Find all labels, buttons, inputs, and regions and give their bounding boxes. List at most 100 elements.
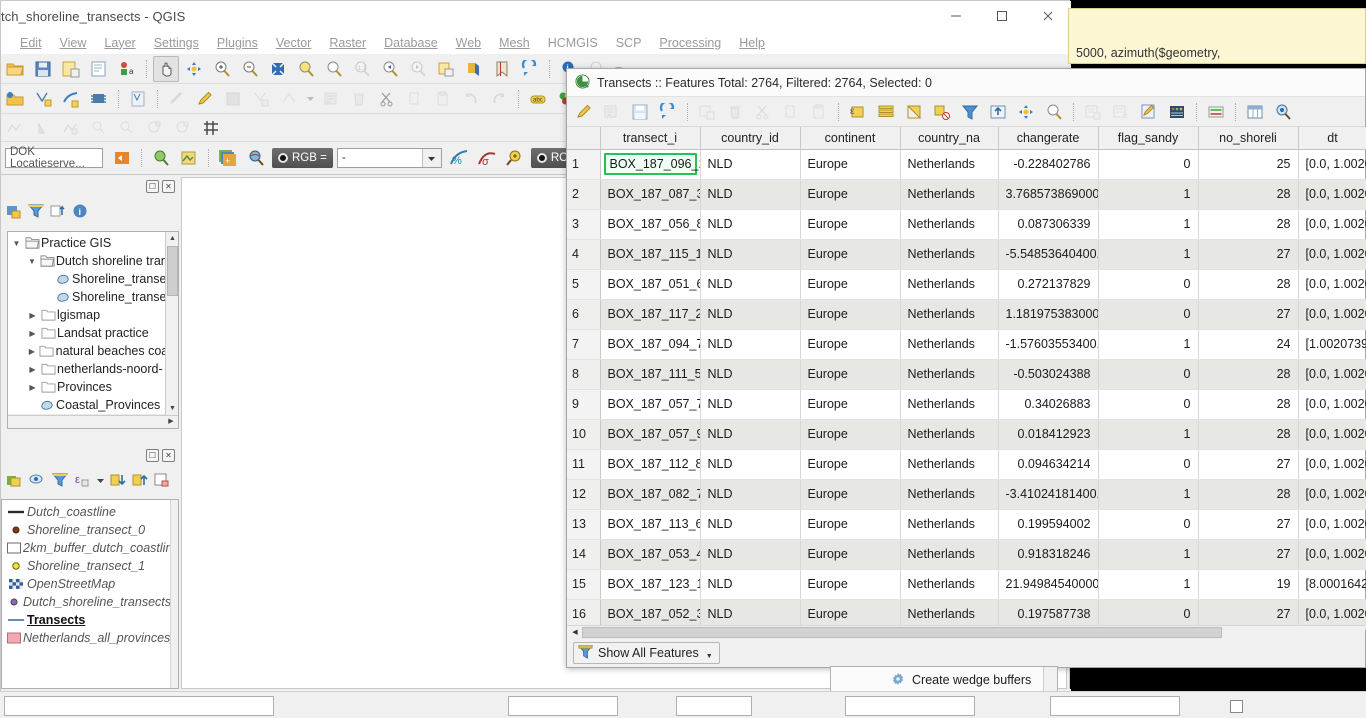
cell-transect_i[interactable]: BOX_187_123_136 xyxy=(600,569,701,600)
cell-dt[interactable]: [0.0, 1.00207 xyxy=(1298,419,1366,450)
cell-continent[interactable]: Europe xyxy=(800,419,901,450)
status-scale-field[interactable] xyxy=(508,696,618,716)
cell-continent[interactable]: Europe xyxy=(800,179,901,210)
vertex-tool-dropdown-icon[interactable] xyxy=(304,86,316,112)
cell-flag_sandy[interactable]: 1 xyxy=(1098,539,1199,570)
cell-transect_i[interactable]: BOX_187_053_44 xyxy=(600,539,701,570)
cell-continent[interactable]: Europe xyxy=(800,509,901,540)
mesh-reindex-icon[interactable] xyxy=(170,115,196,141)
new-3d-map-view-icon[interactable] xyxy=(461,56,487,82)
column-header-country_id[interactable]: country_id xyxy=(700,127,801,150)
bookmarks-icon[interactable] xyxy=(489,56,515,82)
cell-dt[interactable]: [0.0, 1.00207 xyxy=(1298,299,1366,330)
cell-continent[interactable]: Europe xyxy=(800,449,901,480)
refresh-icon[interactable] xyxy=(517,56,543,82)
browser-tree-hscrollbar[interactable]: ▶ xyxy=(8,415,178,428)
row-number[interactable]: 5 xyxy=(567,269,601,300)
open-project-icon[interactable] xyxy=(2,56,28,82)
save-layer-edits-icon[interactable] xyxy=(220,86,246,112)
expression-dropdown-icon[interactable] xyxy=(94,470,106,490)
table-row[interactable]: 5 BOX_187_051_6 NLD Europe Netherlands 0.2721… xyxy=(567,269,1366,300)
tree-expander-icon[interactable] xyxy=(26,311,39,320)
browser-tree-scrollbar[interactable]: ▲ ▼ xyxy=(165,232,178,428)
tree-expander-icon[interactable] xyxy=(26,329,39,338)
layer-tree-item[interactable]: 2km_buffer_dutch_coastlin xyxy=(2,539,172,557)
cell-no_shoreli[interactable]: 28 xyxy=(1198,479,1299,510)
table-row[interactable]: 6 BOX_187_117_21 NLD Europe Netherlands 1.181… xyxy=(567,299,1366,330)
table-row[interactable]: 15BOX_187_123_136NLDEuropeNetherlands21.… xyxy=(567,569,1366,600)
tree-expander-icon[interactable] xyxy=(26,257,39,266)
cell-no_shoreli[interactable]: 27 xyxy=(1198,509,1299,540)
column-header-dt[interactable]: dt xyxy=(1298,127,1366,150)
table-row[interactable]: 10BOX_187_057_95NLDEuropeNetherlands0.01… xyxy=(567,419,1366,450)
zoom-to-selected-icon[interactable] xyxy=(1041,99,1067,125)
column-header-country_na[interactable]: country_na xyxy=(900,127,999,150)
cell-flag_sandy[interactable]: 0 xyxy=(1098,299,1199,330)
add-layer-icon[interactable] xyxy=(4,201,24,221)
pan-map-icon[interactable] xyxy=(153,55,179,82)
mesh-add-vertex-icon[interactable] xyxy=(86,115,112,141)
rgb-toggle-button[interactable]: RGB = xyxy=(272,148,333,168)
open-data-source-manager-icon[interactable] xyxy=(2,86,28,112)
cell-no_shoreli[interactable]: 27 xyxy=(1198,239,1299,270)
collapse-all-icon[interactable] xyxy=(48,201,68,221)
row-number[interactable]: 4 xyxy=(567,239,601,270)
cell-country_id[interactable]: NLD xyxy=(700,209,801,240)
menu-item-view[interactable]: View xyxy=(51,34,96,52)
cell-transect_i[interactable]: BOX_187_111_57 xyxy=(600,359,701,390)
browser-tree-item[interactable]: Coastal_Provinces . xyxy=(8,396,165,414)
browser-tree-item[interactable]: Shoreline_transe xyxy=(8,270,165,288)
save-project-icon[interactable] xyxy=(30,56,56,82)
status-rotation-field[interactable] xyxy=(845,696,975,716)
cell-no_shoreli[interactable]: 28 xyxy=(1198,179,1299,210)
zoom-native-icon[interactable]: 1:1 xyxy=(349,56,375,82)
scroll-up-icon[interactable]: ▲ xyxy=(166,232,178,245)
cell-no_shoreli[interactable]: 28 xyxy=(1198,389,1299,420)
table-row[interactable]: 1BOX_187_096_14NLDEuropeNetherlands-0.22… xyxy=(567,149,1366,180)
cell-no_shoreli[interactable]: 28 xyxy=(1198,419,1299,450)
cell-country_id[interactable]: NLD xyxy=(700,509,801,540)
actions-icon[interactable] xyxy=(1203,99,1229,125)
row-number[interactable]: 12 xyxy=(567,479,601,510)
cell-transect_i[interactable]: BOX_187_082_74 xyxy=(600,479,701,510)
cell-transect_i[interactable]: BOX_187_117_21 xyxy=(600,299,701,330)
zoom-next-icon[interactable] xyxy=(405,56,431,82)
scroll-down-icon[interactable]: ▼ xyxy=(166,402,178,415)
delete-field-icon[interactable] xyxy=(1108,99,1134,125)
cell-continent[interactable]: Europe xyxy=(800,569,901,600)
cell-changerate[interactable]: 0.34026883 xyxy=(998,389,1099,420)
close-icon[interactable] xyxy=(1025,1,1071,31)
new-memory-layer-icon[interactable] xyxy=(86,86,112,112)
toggle-editing-icon[interactable] xyxy=(192,86,218,112)
cell-country_id[interactable]: NLD xyxy=(700,149,801,180)
cell-flag_sandy[interactable]: 1 xyxy=(1098,239,1199,270)
zoom-last-icon[interactable] xyxy=(377,56,403,82)
filter-browser-icon[interactable] xyxy=(26,201,46,221)
cell-continent[interactable]: Europe xyxy=(800,239,901,270)
zoom-in-icon[interactable] xyxy=(209,56,235,82)
label-icon[interactable]: abc xyxy=(525,86,551,112)
menu-item-settings[interactable]: Settings xyxy=(145,34,208,52)
chevron-down-icon[interactable]: ▼ xyxy=(706,653,713,660)
column-header-no_shoreli[interactable]: no_shoreli xyxy=(1198,127,1299,150)
row-number[interactable]: 14 xyxy=(567,539,601,570)
menu-item-processing[interactable]: Processing xyxy=(650,34,730,52)
cell-flag_sandy[interactable]: 1 xyxy=(1098,329,1199,360)
menu-item-help[interactable]: Help xyxy=(730,34,774,52)
new-virtual-layer-icon[interactable] xyxy=(125,86,151,112)
cell-no_shoreli[interactable]: 27 xyxy=(1198,299,1299,330)
cell-country_na[interactable]: Netherlands xyxy=(900,179,999,210)
row-number[interactable]: 1 xyxy=(567,149,601,180)
cell-changerate[interactable]: 0.018412923 xyxy=(998,419,1099,450)
cell-transect_i[interactable]: BOX_187_051_6 xyxy=(600,269,701,300)
row-number[interactable]: 9 xyxy=(567,389,601,420)
collapse-all-icon[interactable] xyxy=(130,470,150,490)
browser-tree-item[interactable]: Shoreline_transe xyxy=(8,288,165,306)
cell-changerate[interactable]: 0.272137829 xyxy=(998,269,1099,300)
status-magnifier-field[interactable] xyxy=(676,696,752,716)
browser-tree-item[interactable]: Landsat practice xyxy=(8,324,165,342)
menu-item-hcmgis[interactable]: HCMGIS xyxy=(539,34,607,52)
cell-dt[interactable]: [0.0, 1.00207 xyxy=(1298,449,1366,480)
new-field-icon[interactable] xyxy=(1080,99,1106,125)
cell-transect_i[interactable]: BOX_187_094_75 xyxy=(600,329,701,360)
